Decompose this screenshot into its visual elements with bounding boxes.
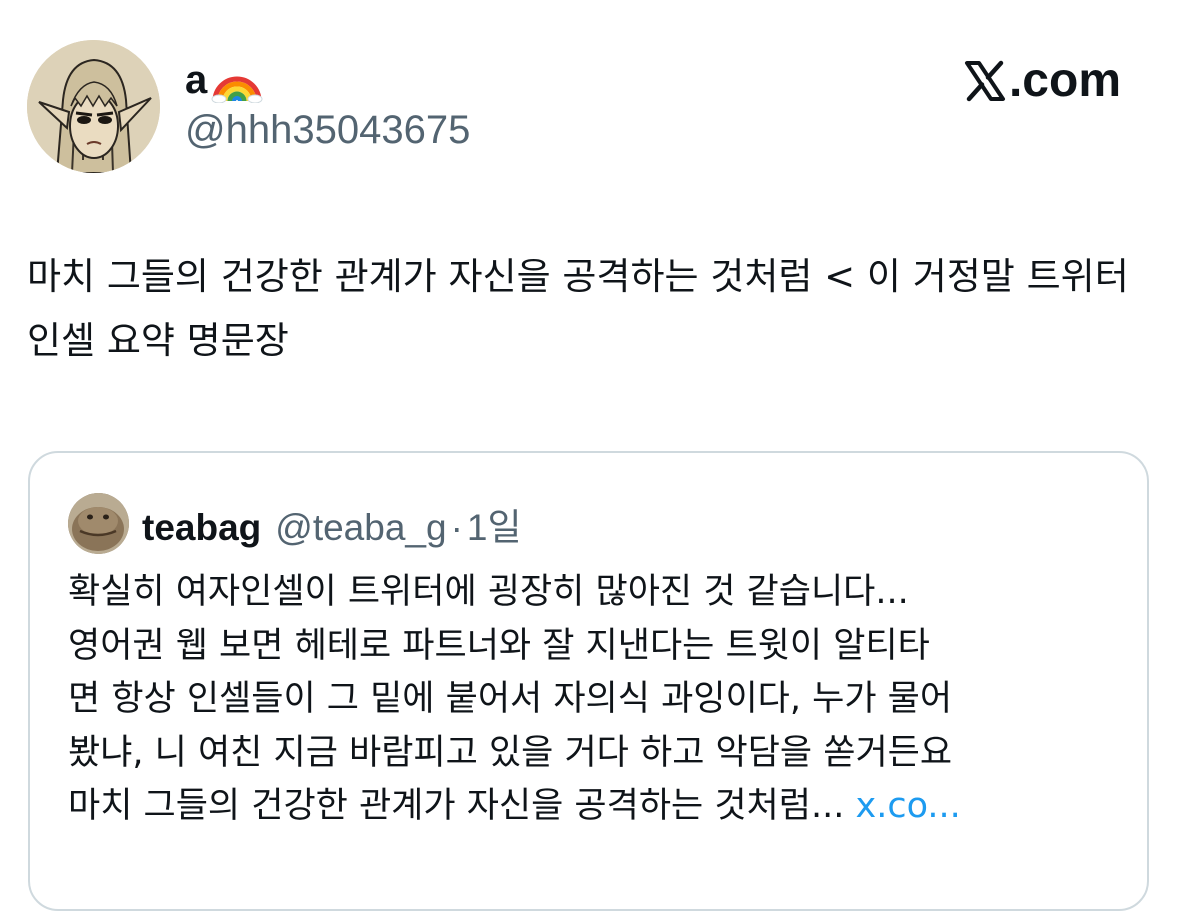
brand-label: .com <box>1008 54 1121 107</box>
quote-text-line: 영어권 웹 보면 헤테로 파트너와 잘 지낸다는 트윗이 알티타 <box>68 625 930 666</box>
quote-author-avatar[interactable] <box>68 493 129 554</box>
quoted-tweet-card[interactable]: teabag @teaba_g · 1일 확실히 여자인셀이 트위터에 굉장히 … <box>28 451 1149 911</box>
x-logo-icon <box>963 59 1007 103</box>
quote-header: teabag @teaba_g · 1일 <box>142 497 522 551</box>
quote-text-line: 봤냐, 니 여친 지금 바람피고 있을 거다 하고 악담을 쏟거든요 <box>68 732 953 773</box>
author-name-text: a <box>185 57 208 102</box>
quote-text-truncated: 마치 그들의 건강한 관계가 자신을 공격하는 것처럼... <box>68 786 845 826</box>
separator-dot: · <box>450 507 463 548</box>
tweet-text: 마치 그들의 건강한 관계가 자신을 공격하는 것처럼 < 이 거정말 트위터인… <box>27 255 1129 362</box>
quote-text-line: 면 항상 인셀들이 그 밑에 붙어서 자의식 과잉이다, 누가 물어 <box>68 679 953 719</box>
quote-text-line: 확실히 여자인셀이 트위터에 굉장히 많아진 것 같습니다... <box>68 572 909 612</box>
author-handle[interactable]: @hhh35043675 <box>185 108 470 153</box>
quote-author-name[interactable]: teabag <box>142 507 261 549</box>
quote-author-handle[interactable]: @teaba_g <box>275 507 446 549</box>
author-avatar[interactable] <box>27 40 160 173</box>
rainbow-emoji-icon <box>209 57 263 104</box>
quote-link[interactable]: x.co... <box>855 786 960 826</box>
x-brand: .com <box>963 53 1121 108</box>
quote-text: 확실히 여자인셀이 트위터에 굉장히 많아진 것 같습니다... 영어권 웹 보… <box>68 566 1118 834</box>
quote-text-last-line: 마치 그들의 건강한 관계가 자신을 공격하는 것처럼... x.co... <box>68 780 1118 834</box>
author-display-name[interactable]: a <box>185 54 263 106</box>
quote-timestamp[interactable]: 1일 <box>467 497 522 551</box>
